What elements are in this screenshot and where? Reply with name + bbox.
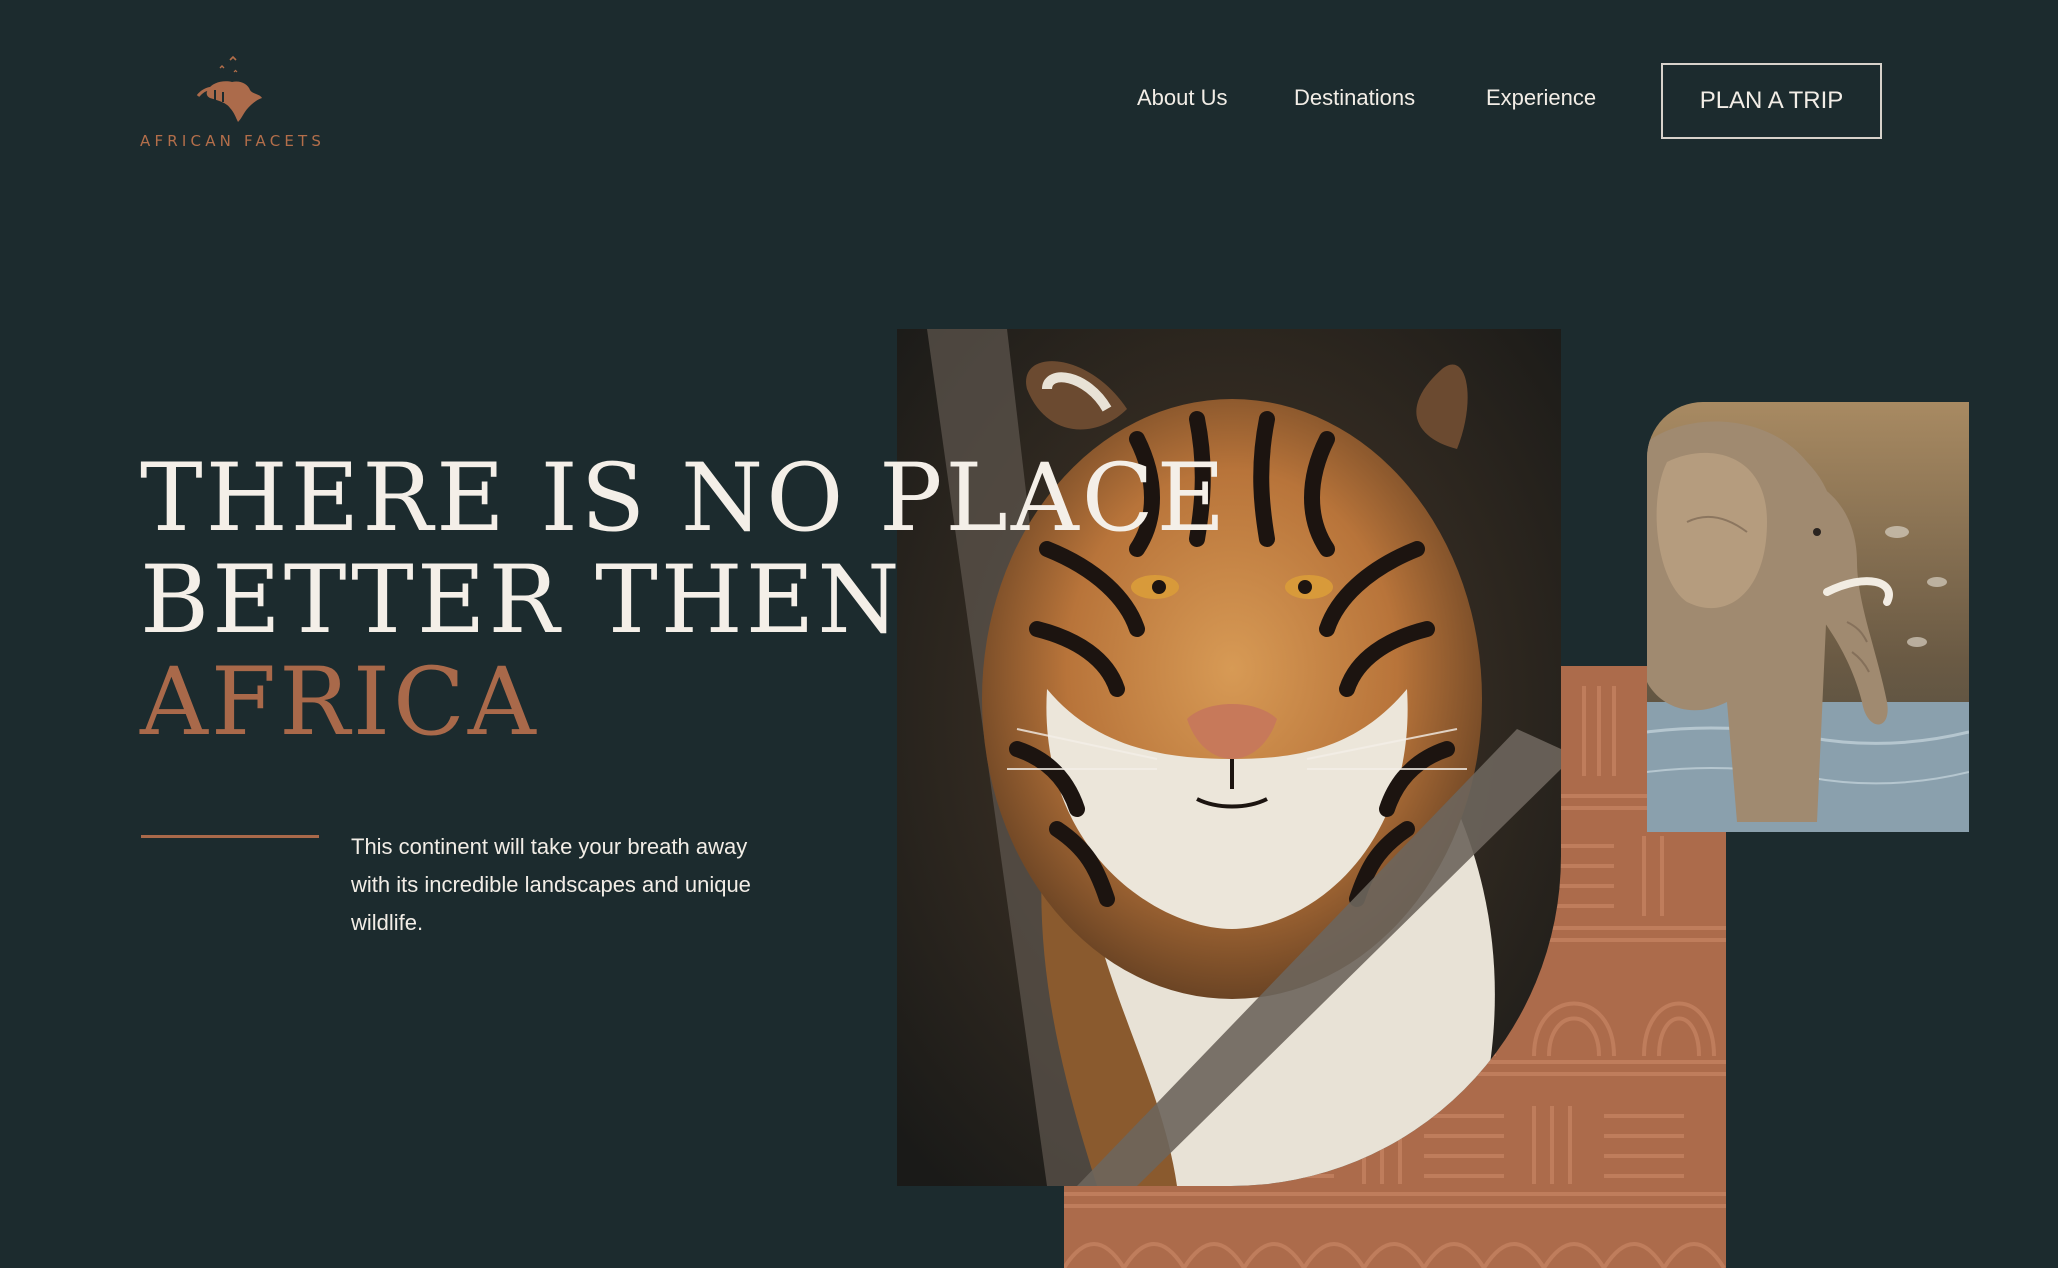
acacia-africa-logo-icon: [196, 55, 262, 122]
headline-accent: AFRICA: [140, 648, 539, 757]
nav-destinations[interactable]: Destinations: [1294, 85, 1415, 111]
nav-experience[interactable]: Experience: [1486, 85, 1596, 111]
accent-divider: [141, 835, 319, 838]
elephant-photo: [1647, 402, 1969, 832]
nav-about-us[interactable]: About Us: [1137, 85, 1228, 111]
brand-logo[interactable]: AFRICAN FACETS: [140, 52, 330, 152]
brand-name: AFRICAN FACETS: [140, 132, 326, 150]
elephant-image-icon: [1647, 402, 1969, 832]
hero-tagline: This continent will take your breath awa…: [351, 834, 751, 935]
hero-headline: THERE IS NO PLACE BETTER THEN AFRICA: [140, 448, 1228, 754]
plan-a-trip-button[interactable]: PLAN A TRIP: [1661, 63, 1882, 139]
headline-line-2: BETTER THEN: [140, 546, 903, 655]
headline-line-1: THERE IS NO PLACE: [140, 444, 1229, 553]
